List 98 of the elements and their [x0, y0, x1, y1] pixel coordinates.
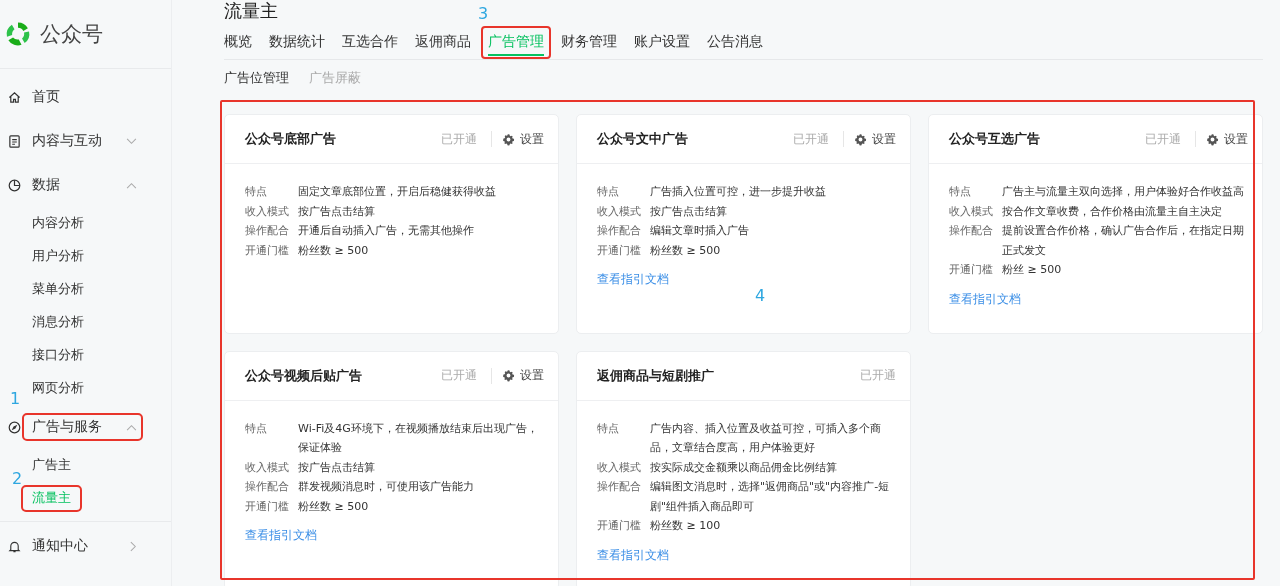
field-value: 固定文章底部位置，开启后稳健获得收益 — [298, 184, 496, 200]
tab[interactable]: 财务管理 — [561, 26, 617, 59]
guide-link[interactable]: 查看指引文档 — [597, 272, 669, 287]
field-value: Wi-Fi及4G环境下，在视频播放结束后出现广告，保证体验 — [298, 420, 539, 456]
field-label: 特点 — [245, 420, 268, 437]
field-value: 广告主与流量主双向选择，用户体验好合作收益高 — [1002, 184, 1244, 200]
card-title: 返佣商品与短剧推广 — [597, 366, 715, 385]
sidebar-item[interactable]: 广告与服务 — [24, 415, 141, 439]
gear-icon — [1206, 132, 1219, 146]
field-label: 操作配合 — [245, 479, 290, 495]
tab[interactable]: 互选合作 — [342, 26, 398, 59]
annotation-number: 1 — [10, 389, 21, 408]
annotation-number: 2 — [12, 469, 23, 488]
field-label: 收入模式 — [245, 459, 290, 476]
field-label: 特点 — [949, 184, 972, 200]
status-text: 已开通 — [793, 130, 829, 148]
sidebar-subitem[interactable]: 接口分析 — [23, 344, 93, 367]
field-label: 操作配合 — [597, 223, 642, 239]
field-value: 粉丝数 ≥ 500 — [298, 498, 369, 515]
field-label: 操作配合 — [597, 479, 642, 495]
field-label: 开通门槛 — [597, 518, 642, 534]
field-value: 开通后自动插入广告，无需其他操作 — [298, 223, 474, 239]
status-text: 已开通 — [441, 130, 477, 148]
field-value: 按合作文章收费，合作价格由流量主自主决定 — [1002, 203, 1222, 220]
field-value: 编辑图文消息时，选择"返佣商品"或"内容推广-短剧"组件插入商品即可 — [650, 479, 891, 515]
sidebar-subitem[interactable]: 消息分析 — [23, 311, 93, 334]
card-title: 公众号底部广告 — [245, 130, 337, 148]
sidebar-item[interactable]: 内容与互动 — [24, 129, 141, 153]
annotation-number: 4 — [755, 286, 766, 305]
document-icon — [8, 134, 21, 148]
field-label: 操作配合 — [245, 223, 290, 239]
gear-icon — [502, 369, 515, 382]
field-label: 开通门槛 — [245, 242, 290, 259]
field-value: 按广告点击结算 — [650, 203, 727, 220]
guide-link[interactable]: 查看指引文档 — [949, 291, 1021, 307]
field-value: 按实际成交金额乘以商品佣金比例结算 — [650, 459, 837, 476]
field-value: 按广告点击结算 — [298, 203, 375, 220]
field-value: 群发视频消息时，可使用该广告能力 — [298, 479, 474, 495]
field-label: 收入模式 — [949, 203, 994, 220]
settings-button[interactable]: 设置 — [502, 367, 544, 384]
field-value: 粉丝数 ≥ 500 — [298, 242, 369, 259]
page-title: 流量主 — [224, 0, 278, 22]
annotation-number: 3 — [478, 4, 489, 23]
sidebar-item[interactable]: 通知中心 — [24, 534, 141, 558]
tab[interactable]: 数据统计 — [269, 26, 325, 59]
sidebar-subitem[interactable]: 广告主 — [23, 454, 80, 477]
guide-link[interactable]: 查看指引文档 — [597, 547, 669, 563]
guide-link[interactable]: 查看指引文档 — [245, 528, 317, 543]
tab[interactable]: 公告消息 — [707, 26, 763, 59]
sidebar-subitem[interactable]: 网页分析 — [23, 377, 93, 400]
sidebar-item[interactable]: 数据 — [24, 173, 141, 197]
sidebar-subitem[interactable]: 用户分析 — [23, 245, 93, 268]
tab[interactable]: 账户设置 — [634, 26, 690, 59]
chevron-icon — [126, 423, 137, 431]
field-label: 开通门槛 — [597, 242, 642, 259]
field-value: 广告插入位置可控，进一步提升收益 — [650, 184, 826, 200]
field-label: 收入模式 — [597, 203, 642, 220]
field-label: 开通门槛 — [949, 262, 994, 278]
field-value: 提前设置合作价格，确认广告合作后，在指定日期正式发文 — [1002, 223, 1245, 259]
chevron-icon — [130, 540, 137, 552]
field-value: 按广告点击结算 — [298, 459, 375, 476]
field-value: 粉丝数 ≥ 500 — [650, 242, 721, 259]
status-text: 已开通 — [1145, 130, 1181, 148]
field-label: 操作配合 — [949, 223, 994, 239]
settings-button[interactable]: 设置 — [502, 130, 544, 148]
settings-button[interactable]: 设置 — [854, 130, 896, 148]
field-label: 特点 — [245, 184, 268, 200]
status-text: 已开通 — [860, 367, 896, 384]
field-label: 收入模式 — [245, 203, 290, 220]
field-value: 粉丝 ≥ 500 — [1002, 262, 1062, 278]
status-text: 已开通 — [441, 367, 477, 384]
field-label: 特点 — [597, 420, 620, 437]
card-title: 公众号视频后贴广告 — [245, 366, 363, 385]
chevron-icon — [126, 137, 137, 145]
chevron-icon — [126, 181, 137, 189]
settings-button[interactable]: 设置 — [1206, 130, 1248, 148]
sidebar-item[interactable]: 首页 — [24, 85, 141, 109]
home-icon — [8, 90, 21, 104]
sidebar-subitem[interactable]: 菜单分析 — [23, 278, 93, 301]
tab[interactable]: 概览 — [224, 26, 252, 59]
tab[interactable]: 返佣商品 — [415, 26, 471, 59]
card-title: 公众号文中广告 — [597, 130, 689, 148]
field-value: 广告内容、插入位置及收益可控，可插入多个商品，文章结合度高，用户体验更好 — [650, 420, 882, 456]
compass-icon — [8, 420, 21, 434]
gear-icon — [854, 132, 867, 146]
subtab[interactable]: 广告位管理 — [224, 67, 289, 90]
logo-icon — [4, 20, 32, 48]
card-title: 公众号互选广告 — [949, 130, 1041, 148]
field-label: 收入模式 — [597, 459, 642, 476]
field-value: 粉丝数 ≥ 100 — [650, 518, 721, 534]
field-value: 编辑文章时插入广告 — [650, 223, 749, 239]
logo-text: 公众号 — [40, 21, 103, 48]
gear-icon — [502, 132, 515, 146]
sidebar-subitem[interactable]: 内容分析 — [23, 212, 93, 235]
field-label: 特点 — [597, 184, 620, 200]
field-label: 开通门槛 — [245, 498, 290, 515]
bell-icon — [8, 539, 21, 553]
pie-chart-icon — [8, 178, 21, 192]
